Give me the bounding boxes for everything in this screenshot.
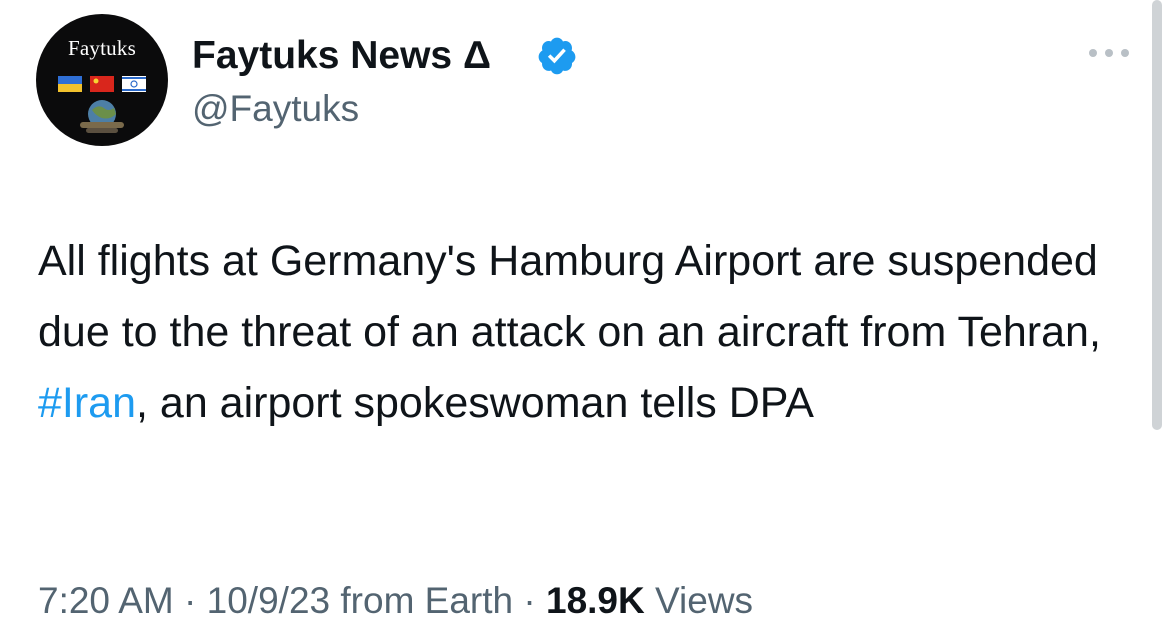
tweet-text-part: All flights at Germany's Hamburg Airport… [38,237,1101,356]
globe-icon [80,100,124,133]
meta-separator: · [173,580,207,621]
tweet-source: from Earth [330,580,514,621]
flag-china-taiwan-icon [90,76,114,92]
flags-icon [58,76,146,133]
author-display-name[interactable]: Faytuks News Δ [192,32,491,80]
flag-israel-iran-icon [122,76,146,92]
verified-badge-icon [538,37,576,75]
tweet-text: All flights at Germany's Hamburg Airport… [38,226,1128,439]
hashtag-link[interactable]: #Iran [38,379,136,427]
views-count: 18.9K [546,580,645,621]
author-handle[interactable]: @Faytuks [192,86,359,132]
tweet-text-part: , an airport spokeswoman tells DPA [136,379,814,427]
more-options-icon[interactable] [1086,42,1132,64]
views-label: Views [644,580,754,621]
tweet-date[interactable]: 10/9/23 [207,580,330,621]
meta-separator: · [513,580,546,621]
scrollbar[interactable] [1152,0,1162,430]
tweet-time[interactable]: 7:20 AM [38,580,174,621]
avatar[interactable]: Faytuks [36,14,168,146]
tweet-metadata: 7:20 AM · 10/9/23 from Earth · 18.9K Vie… [38,576,753,626]
flag-ukraine-russia-icon [58,76,82,92]
